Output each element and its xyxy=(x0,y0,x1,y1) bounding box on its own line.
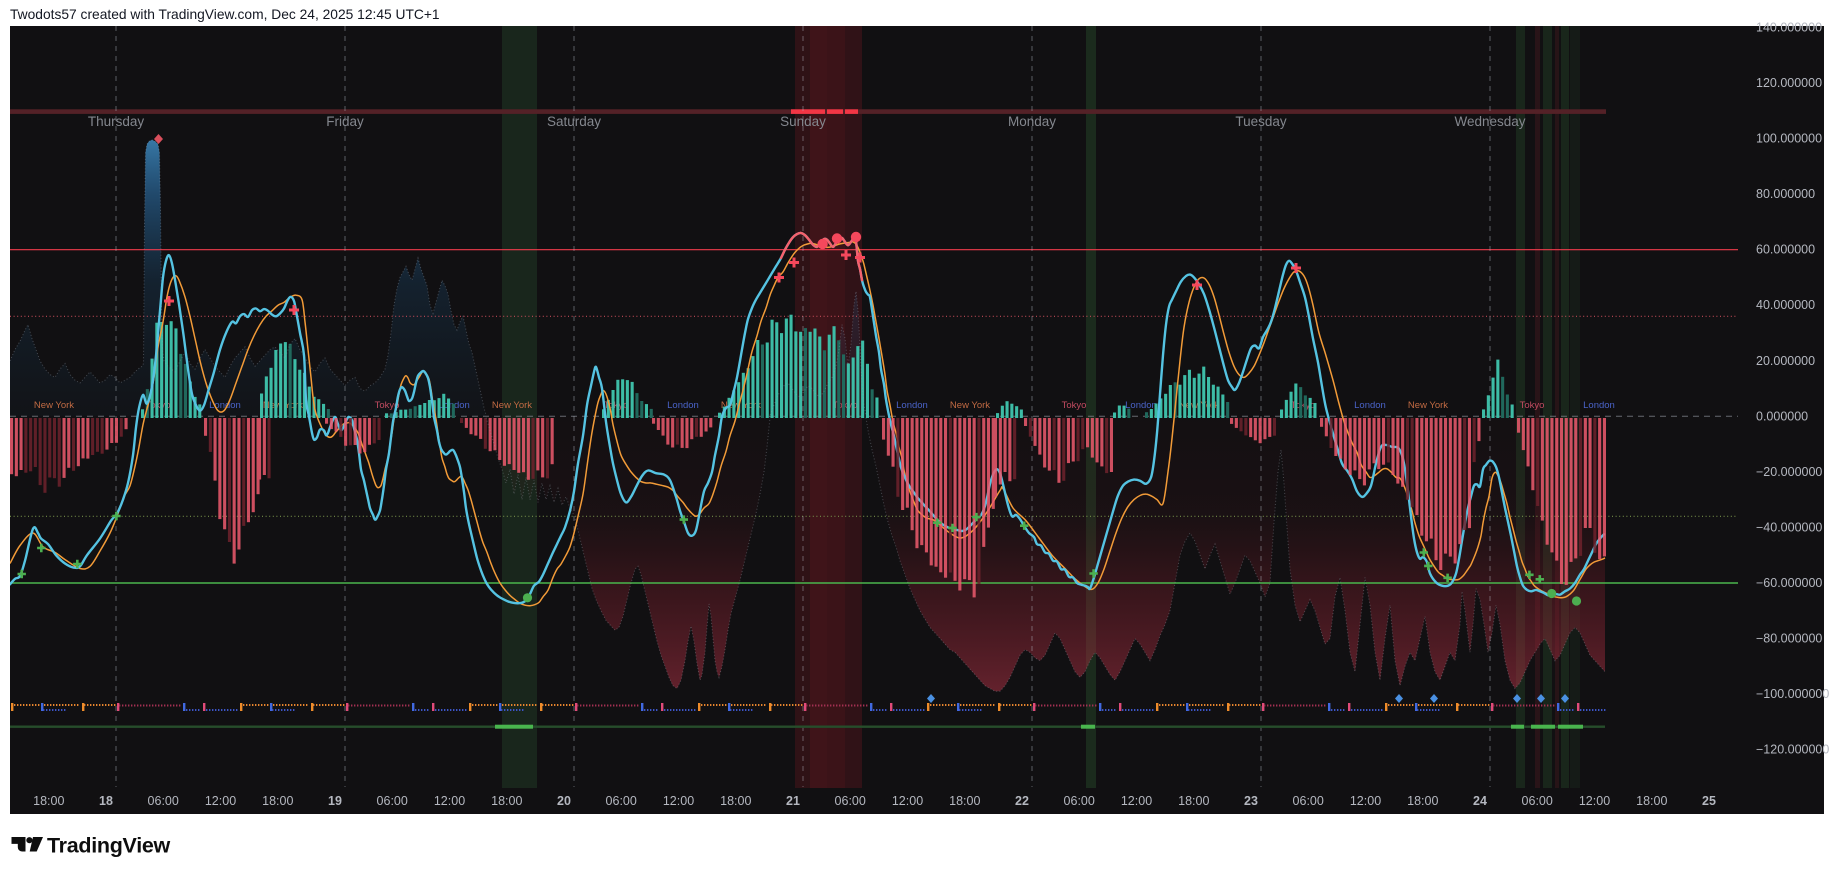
svg-text:−20.000000: −20.000000 xyxy=(1756,465,1822,479)
svg-text:06:00: 06:00 xyxy=(1064,794,1095,808)
svg-text:London: London xyxy=(896,400,928,411)
svg-text:New York: New York xyxy=(492,400,532,411)
svg-text:06:00: 06:00 xyxy=(1293,794,1324,808)
svg-text:Tokyo: Tokyo xyxy=(1520,400,1545,411)
svg-text:−60.000000: −60.000000 xyxy=(1756,576,1822,590)
svg-text:06:00: 06:00 xyxy=(606,794,637,808)
svg-text:18: 18 xyxy=(99,794,113,808)
svg-text:20.000000: 20.000000 xyxy=(1756,354,1815,368)
svg-text:20: 20 xyxy=(557,794,571,808)
svg-text:−80.000000: −80.000000 xyxy=(1756,632,1822,646)
svg-text:22: 22 xyxy=(1015,794,1029,808)
svg-text:120.000000: 120.000000 xyxy=(1756,76,1822,90)
svg-text:New York: New York xyxy=(1408,400,1448,411)
svg-text:Twodots57 created with Trading: Twodots57 created with TradingView.com, … xyxy=(10,7,440,22)
svg-text:London: London xyxy=(667,400,699,411)
svg-text:21: 21 xyxy=(786,794,800,808)
svg-text:18:00: 18:00 xyxy=(262,794,293,808)
svg-text:12:00: 12:00 xyxy=(1350,794,1381,808)
svg-text:−40.000000: −40.000000 xyxy=(1756,520,1822,534)
svg-text:25: 25 xyxy=(1702,794,1716,808)
svg-text:19: 19 xyxy=(328,794,342,808)
svg-text:24: 24 xyxy=(1473,794,1487,808)
svg-text:18:00: 18:00 xyxy=(1407,794,1438,808)
svg-text:Sunday: Sunday xyxy=(780,114,826,129)
svg-text:Saturday: Saturday xyxy=(547,114,601,129)
svg-text:0.000000: 0.000000 xyxy=(1756,409,1808,423)
svg-text:18:00: 18:00 xyxy=(1636,794,1667,808)
svg-text:TradingView: TradingView xyxy=(47,834,171,858)
svg-text:Thursday: Thursday xyxy=(88,114,145,129)
svg-text:23: 23 xyxy=(1244,794,1258,808)
svg-text:18:00: 18:00 xyxy=(720,794,751,808)
svg-text:06:00: 06:00 xyxy=(835,794,866,808)
svg-text:London: London xyxy=(1354,400,1386,411)
svg-text:12:00: 12:00 xyxy=(892,794,923,808)
svg-text:Monday: Monday xyxy=(1008,114,1056,129)
svg-text:Tokyo: Tokyo xyxy=(1062,400,1087,411)
svg-text:London: London xyxy=(1583,400,1615,411)
svg-text:100.000000: 100.000000 xyxy=(1756,132,1822,146)
svg-text:18:00: 18:00 xyxy=(1178,794,1209,808)
svg-text:18:00: 18:00 xyxy=(33,794,64,808)
svg-text:−120.000000: −120.000000 xyxy=(1756,743,1829,757)
svg-text:40.000000: 40.000000 xyxy=(1756,298,1815,312)
svg-text:12:00: 12:00 xyxy=(1121,794,1152,808)
svg-text:06:00: 06:00 xyxy=(1522,794,1553,808)
svg-text:80.000000: 80.000000 xyxy=(1756,187,1815,201)
svg-text:60.000000: 60.000000 xyxy=(1756,243,1815,257)
svg-text:12:00: 12:00 xyxy=(1579,794,1610,808)
svg-text:New York: New York xyxy=(721,400,761,411)
svg-text:18:00: 18:00 xyxy=(491,794,522,808)
svg-text:12:00: 12:00 xyxy=(663,794,694,808)
svg-text:140.000000: 140.000000 xyxy=(1756,21,1822,35)
svg-text:06:00: 06:00 xyxy=(148,794,179,808)
svg-text:18:00: 18:00 xyxy=(949,794,980,808)
svg-text:06:00: 06:00 xyxy=(377,794,408,808)
svg-text:Tuesday: Tuesday xyxy=(1235,114,1287,129)
svg-text:Friday: Friday xyxy=(326,114,364,129)
svg-text:New York: New York xyxy=(263,400,303,411)
svg-text:Wednesday: Wednesday xyxy=(1454,114,1525,129)
svg-text:−100.000000: −100.000000 xyxy=(1756,687,1829,701)
svg-text:12:00: 12:00 xyxy=(434,794,465,808)
svg-text:New York: New York xyxy=(34,400,74,411)
svg-text:New York: New York xyxy=(950,400,990,411)
svg-text:12:00: 12:00 xyxy=(205,794,236,808)
